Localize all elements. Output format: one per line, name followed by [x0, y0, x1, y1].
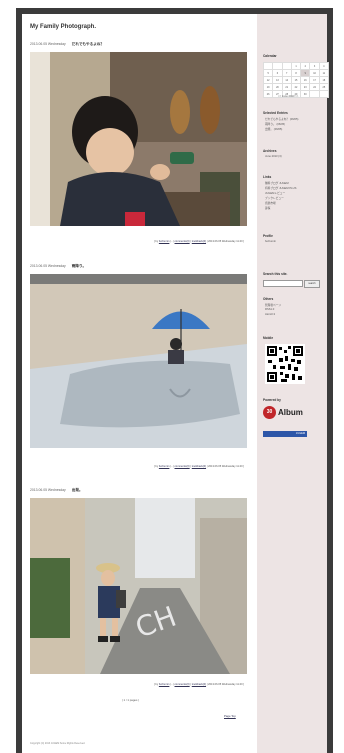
- search-button[interactable]: search: [304, 280, 320, 288]
- others-heading: Others: [263, 297, 274, 301]
- selected-entry[interactable]: 出発。 (06/05): [265, 127, 282, 131]
- pager: | 1 / 1 pages |: [122, 698, 139, 702]
- album-badge-icon: 30: [263, 406, 276, 419]
- profile-name[interactable]: fuchumin: [265, 240, 276, 243]
- post-header-1: 2013.06.05 Wednesday だれでもやるよね？: [30, 42, 104, 47]
- post-photo-boy-street[interactable]: CH: [30, 498, 247, 674]
- post-meta-1: [ by fuchumin | - | comments(0) | trackb…: [153, 240, 244, 243]
- archives-heading: Archives: [263, 149, 277, 153]
- post-meta-3: [ by fuchumin | - | comments(0) | trackb…: [153, 683, 244, 686]
- post-header-3: 2013.06.05 Wednesday 出発。: [30, 488, 83, 493]
- post-title[interactable]: 出発。: [72, 488, 83, 492]
- selected-heading: Selected Entries: [263, 111, 288, 115]
- links-heading: Links: [263, 175, 272, 179]
- calendar-day-link[interactable]: 9: [300, 69, 311, 77]
- selected-entry[interactable]: だれでもやるよね？ (06/05): [265, 117, 298, 121]
- calendar-heading: Calendar: [263, 54, 277, 58]
- link-item[interactable]: ブックレビュー: [265, 196, 284, 200]
- mobile-heading: Mobile: [263, 336, 274, 340]
- album-logo-text: Album: [278, 408, 303, 417]
- link-item[interactable]: 無料ブログ JUGEM: [265, 181, 289, 185]
- post-title[interactable]: 雨降り。: [72, 264, 86, 268]
- link-item[interactable]: 音楽市場: [265, 201, 276, 205]
- trackback-link[interactable]: trackback(0): [192, 240, 206, 243]
- author-link[interactable]: fuchumin: [159, 465, 170, 468]
- trackback-link[interactable]: trackback(0): [192, 465, 206, 468]
- post-date: 2013.06.05 Wednesday: [30, 264, 66, 268]
- post-meta-2: [ by fuchumin | - | comments(0) | trackb…: [153, 465, 244, 468]
- comments-link[interactable]: comments(0): [175, 240, 190, 243]
- post-date: 2013.06.05 Wednesday: [30, 488, 66, 492]
- comments-link[interactable]: comments(0): [175, 465, 190, 468]
- calendar-nav[interactable]: << June 2013 >>: [278, 95, 298, 98]
- profile-heading: Profile: [263, 234, 273, 238]
- page-top-link[interactable]: Page Top: [224, 714, 236, 718]
- post-header-2: 2013.06.05 Wednesday 雨降り。: [30, 264, 86, 269]
- comments-link[interactable]: comments(0): [175, 683, 190, 686]
- qr-code-icon: [265, 344, 305, 384]
- calendar: 1234 5 6 7 8 9 10 11 12 13 14 15 16 17 18 19 20 21 22 23…: [262, 62, 330, 98]
- blog-page: My Family Photograph. 2013.06.05 Wednesd…: [22, 14, 330, 753]
- powered-heading: Powered by: [263, 398, 281, 402]
- copyright: Copyright (C) 2013 JUGEM Some Rights Res…: [30, 742, 86, 745]
- trackback-link[interactable]: trackback(0): [192, 683, 206, 686]
- link-item[interactable]: JUGEMレビュー: [265, 191, 285, 195]
- jugem-banner[interactable]: JUGEM: [263, 431, 307, 437]
- post-photo-boy-umbrella[interactable]: [30, 274, 247, 448]
- selected-entry[interactable]: 雨降り。 (06/05): [265, 122, 285, 126]
- author-link[interactable]: fuchumin: [159, 240, 170, 243]
- others-link[interactable]: Atom0.3: [265, 313, 275, 316]
- others-link[interactable]: 管理者ページ: [265, 303, 281, 307]
- post-date: 2013.06.05 Wednesday: [30, 42, 66, 46]
- link-item[interactable]: 夢探: [265, 206, 270, 210]
- search-heading: Search this site.: [263, 272, 288, 276]
- others-link[interactable]: RSS1.0: [265, 308, 274, 311]
- link-item[interactable]: 有料ブログ JUGEM PLUS: [265, 186, 296, 190]
- archive-link[interactable]: June 2013 (3): [265, 155, 282, 158]
- site-title[interactable]: My Family Photograph.: [30, 24, 96, 30]
- author-link[interactable]: fuchumin: [159, 683, 170, 686]
- post-photo-boy-toothbrush[interactable]: [30, 52, 247, 226]
- post-title[interactable]: だれでもやるよね？: [72, 42, 104, 46]
- search-input[interactable]: [263, 280, 303, 287]
